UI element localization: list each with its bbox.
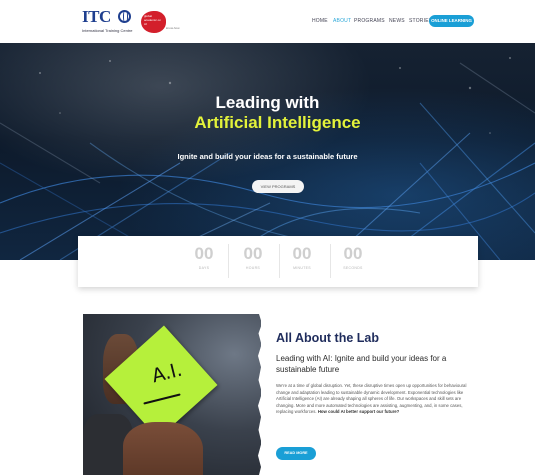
view-programs-button[interactable]: VIEW PROGRAMS (252, 180, 304, 193)
ai-sticky-note-photo: A.I. (83, 314, 261, 475)
about-title: All About the Lab (276, 331, 379, 345)
nav-news[interactable]: NEWS (389, 16, 405, 26)
un-globe-icon (118, 10, 131, 23)
logo-subtitle: International Training Centre (82, 28, 133, 33)
hero-title-line2: Artificial Intelligence (194, 113, 361, 132)
nav-about[interactable]: ABOUT (333, 16, 351, 26)
countdown-minutes: 00 MINUTES (278, 244, 326, 271)
about-body-question: How could AI better support our future? (317, 409, 400, 414)
online-learning-button[interactable]: ONLINE LEARNING (429, 15, 474, 27)
countdown-days: 00 DAYS (180, 244, 228, 271)
hero-banner: Leading with Artificial Intelligence Ign… (0, 43, 535, 260)
countdown-hours: 00 HOURS (229, 244, 277, 271)
countdown-seconds-label: SECONDS (343, 266, 363, 270)
countdown-days-label: DAYS (198, 266, 210, 270)
partner-badge-side-text: know-how (166, 26, 180, 30)
hero-title-line1: Leading with (215, 93, 320, 112)
partner-badge-text: global academic on AI (144, 14, 162, 26)
partner-badge[interactable]: global academic on AI (141, 11, 166, 33)
read-more-button[interactable]: READ MORE (276, 447, 316, 460)
about-subtitle: Leading with AI: Ignite and build your i… (276, 354, 447, 374)
itc-logo[interactable]: ITC International Training Centre (82, 8, 134, 36)
countdown-timer: 00 DAYS 00 HOURS 00 MINUTES 00 SECONDS (78, 236, 478, 287)
countdown-seconds-value: 00 (343, 244, 363, 263)
nav-programs[interactable]: PROGRAMS (354, 16, 385, 26)
countdown-days-value: 00 (194, 244, 214, 263)
logo-wordmark: ITC (82, 7, 111, 26)
person-hand (123, 422, 203, 475)
countdown-minutes-value: 00 (292, 244, 312, 263)
site-header: ITC International Training Centre global… (0, 0, 535, 42)
countdown-minutes-label: MINUTES (293, 266, 311, 270)
countdown-seconds: 00 SECONDS (329, 244, 377, 271)
countdown-hours-value: 00 (243, 244, 263, 263)
countdown-hours-label: HOURS (245, 266, 261, 270)
hero-subtitle: Ignite and build your ideas for a sustai… (177, 152, 358, 161)
about-body: We're at a time of global disruption. Ye… (276, 383, 471, 416)
nav-home[interactable]: HOME (312, 16, 328, 26)
